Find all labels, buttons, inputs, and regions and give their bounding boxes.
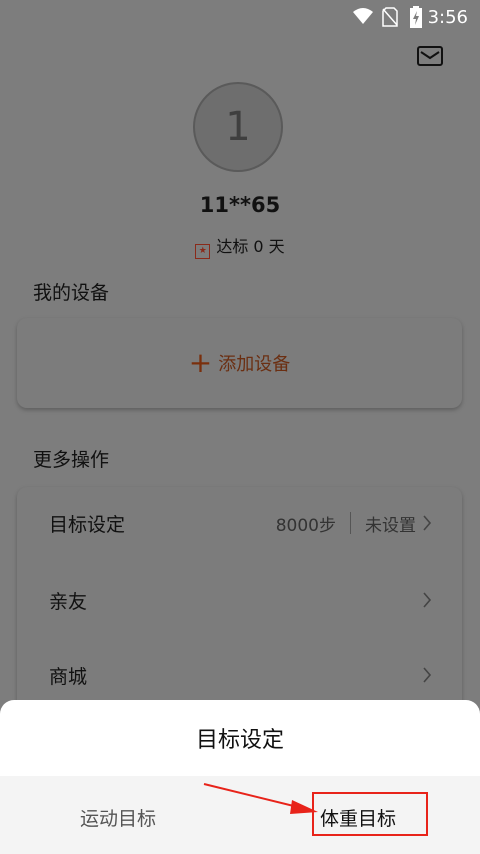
tab-sport-goal[interactable]: 运动目标 — [80, 804, 156, 831]
operations-card: 目标设定 8000步 未设置 亲友 商城 — [17, 487, 462, 717]
chevron-right-icon — [423, 667, 432, 683]
status-bar: 3:56 — [0, 0, 480, 34]
section-title-more-operations: 更多操作 — [33, 449, 110, 471]
menu-item-friends[interactable]: 亲友 — [17, 580, 462, 620]
annotation-arrow — [203, 783, 318, 814]
avatar-initial: 1 — [225, 104, 251, 150]
wifi-icon — [353, 8, 373, 24]
menu-item-label: 亲友 — [49, 590, 88, 613]
chevron-right-icon — [423, 592, 432, 608]
section-title-devices: 我的设备 — [33, 282, 110, 304]
add-device-button[interactable]: + 添加设备 — [17, 318, 462, 408]
sheet-title: 目标设定 — [195, 728, 284, 753]
divider — [350, 512, 351, 534]
goal-summary: 8000步 未设置 — [276, 511, 416, 536]
no-sim-icon — [382, 7, 398, 27]
star-badge-icon: ★ — [195, 244, 211, 259]
menu-item-store[interactable]: 商城 — [17, 655, 462, 695]
menu-item-label: 目标设定 — [49, 513, 126, 536]
goal-status: 未设置 — [365, 515, 416, 536]
plus-icon: + — [188, 346, 213, 379]
chevron-right-icon — [423, 515, 432, 531]
mail-icon[interactable] — [417, 46, 443, 66]
menu-item-label: 商城 — [49, 665, 88, 688]
battery-charging-icon — [410, 6, 422, 28]
menu-item-goal-setting[interactable]: 目标设定 8000步 未设置 — [17, 503, 462, 543]
avatar[interactable]: 1 — [193, 82, 283, 172]
streak-info: ★ 达标 0 天 — [0, 233, 480, 259]
username: 11**65 — [199, 193, 281, 217]
goal-steps: 8000步 — [275, 515, 336, 536]
streak-text: 达标 0 天 — [216, 237, 285, 256]
add-device-label: 添加设备 — [218, 354, 291, 375]
status-time: 3:56 — [427, 7, 468, 28]
annotation-highlight-box — [312, 792, 428, 836]
